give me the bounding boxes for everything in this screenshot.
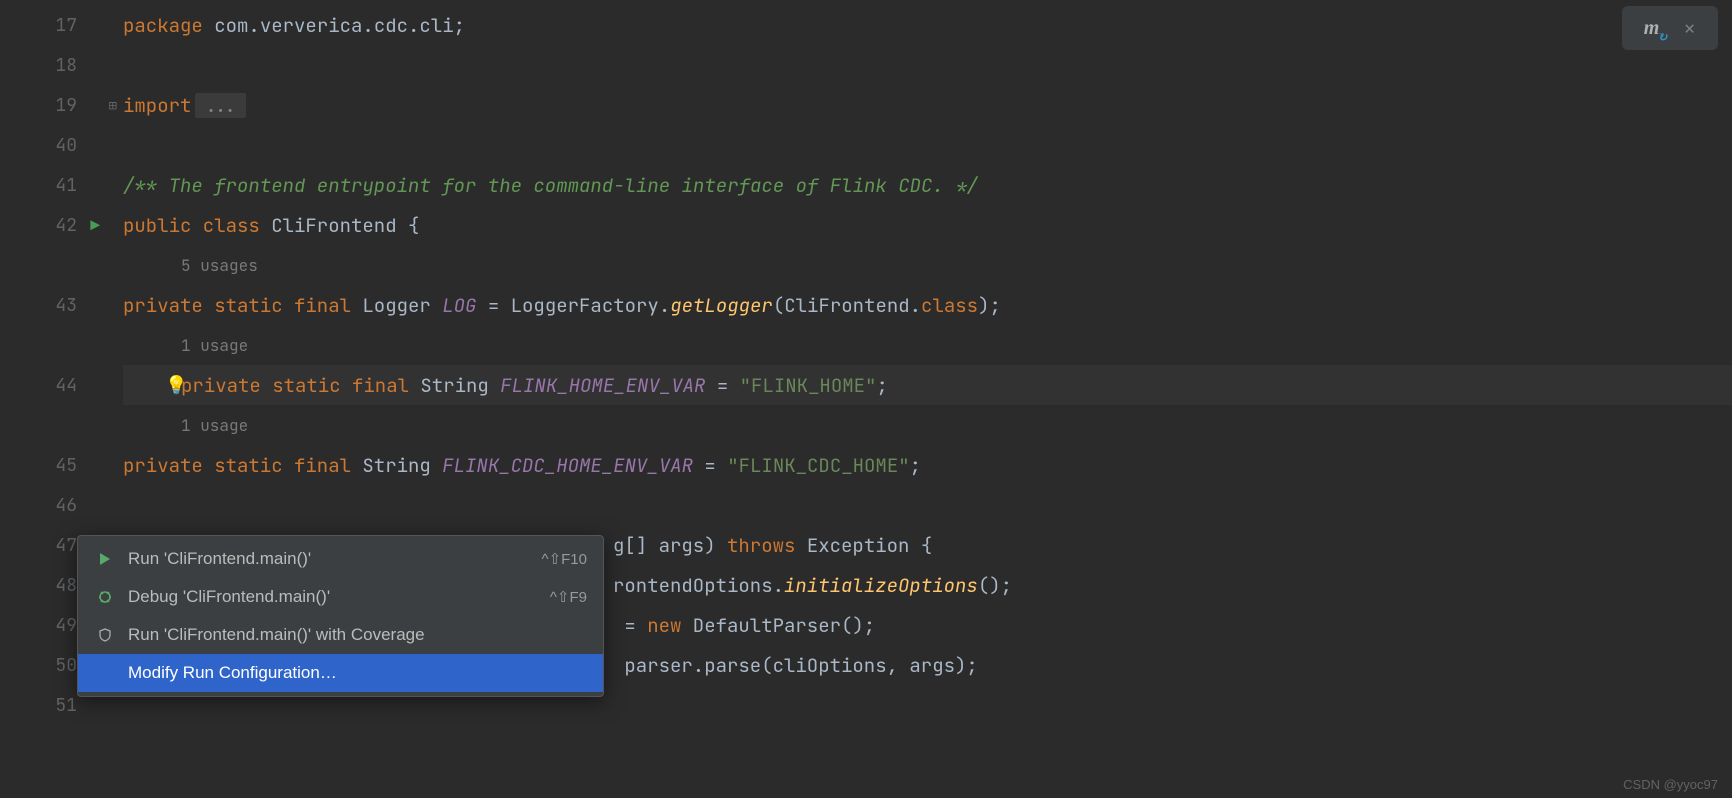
run-context-menu: Run 'CliFrontend.main()' ^⇧F10 Debug 'Cl… — [77, 535, 604, 697]
line-number: 44 — [55, 374, 77, 397]
menu-item-run-coverage[interactable]: Run 'CliFrontend.main()' with Coverage — [78, 616, 603, 654]
method-call: getLogger — [670, 293, 773, 318]
line-number: 46 — [55, 494, 77, 517]
string-literal: "FLINK_HOME" — [740, 373, 877, 398]
field-name: FLINK_CDC_HOME_ENV_VAR — [442, 453, 693, 478]
type: Logger — [362, 293, 442, 318]
maven-reload-badge: m↻ × — [1622, 6, 1718, 50]
menu-label: Modify Run Configuration… — [128, 663, 587, 683]
line-number: 48 — [55, 574, 77, 597]
run-icon — [94, 551, 116, 567]
menu-item-debug[interactable]: Debug 'CliFrontend.main()' ^⇧F9 — [78, 578, 603, 616]
javadoc-comment: /** The frontend entrypoint for the comm… — [123, 173, 978, 198]
keyword: package — [123, 13, 203, 38]
line-number: 18 — [55, 54, 77, 77]
menu-shortcut: ^⇧F9 — [550, 588, 587, 606]
line-number: 40 — [55, 134, 77, 157]
line-number: 51 — [55, 694, 77, 717]
usages-hint[interactable]: 1 usage — [181, 335, 248, 356]
usages-hint[interactable]: 1 usage — [181, 415, 248, 436]
field-name: LOG — [442, 293, 476, 318]
close-icon[interactable]: × — [1683, 14, 1696, 43]
line-number: 45 — [55, 454, 77, 477]
coverage-icon — [94, 627, 116, 643]
usages-hint[interactable]: 5 usages — [181, 255, 258, 276]
refresh-icon: ↻ — [1657, 30, 1667, 45]
line-number: 50 — [55, 654, 77, 677]
menu-label: Run 'CliFrontend.main()' with Coverage — [128, 625, 587, 645]
menu-item-modify-config[interactable]: Modify Run Configuration… — [78, 654, 603, 692]
package-path: com.ververica.cdc.cli; — [203, 13, 465, 38]
type: String — [362, 453, 442, 478]
keyword: public class — [123, 213, 271, 238]
watermark-text: CSDN @yyoc97 — [1623, 777, 1718, 792]
intention-bulb-icon[interactable]: 💡 — [165, 374, 187, 397]
menu-label: Debug 'CliFrontend.main()' — [128, 587, 550, 607]
class-name: CliFrontend { — [271, 213, 419, 238]
keyword: import — [123, 93, 191, 118]
type: String — [420, 373, 500, 398]
field-name: FLINK_HOME_ENV_VAR — [500, 373, 705, 398]
menu-label: Run 'CliFrontend.main()' — [128, 549, 542, 569]
maven-icon[interactable]: m↻ — [1644, 17, 1660, 40]
line-number: 49 — [55, 614, 77, 637]
menu-item-run[interactable]: Run 'CliFrontend.main()' ^⇧F10 — [78, 540, 603, 578]
debug-icon — [94, 589, 116, 605]
line-number: 47 — [55, 534, 77, 557]
line-number: 43 — [55, 294, 77, 317]
modifiers: private static final — [181, 373, 420, 398]
modifiers: private static final — [123, 453, 362, 478]
line-number: 42 — [55, 214, 77, 237]
string-literal: "FLINK_CDC_HOME" — [727, 453, 909, 478]
modifiers: private static final — [123, 293, 362, 318]
line-number: 41 — [55, 174, 77, 197]
code-fold-placeholder[interactable]: ... — [195, 93, 245, 118]
menu-shortcut: ^⇧F10 — [542, 550, 587, 568]
line-number: 17 — [55, 14, 77, 37]
line-number: 19 — [55, 94, 77, 117]
